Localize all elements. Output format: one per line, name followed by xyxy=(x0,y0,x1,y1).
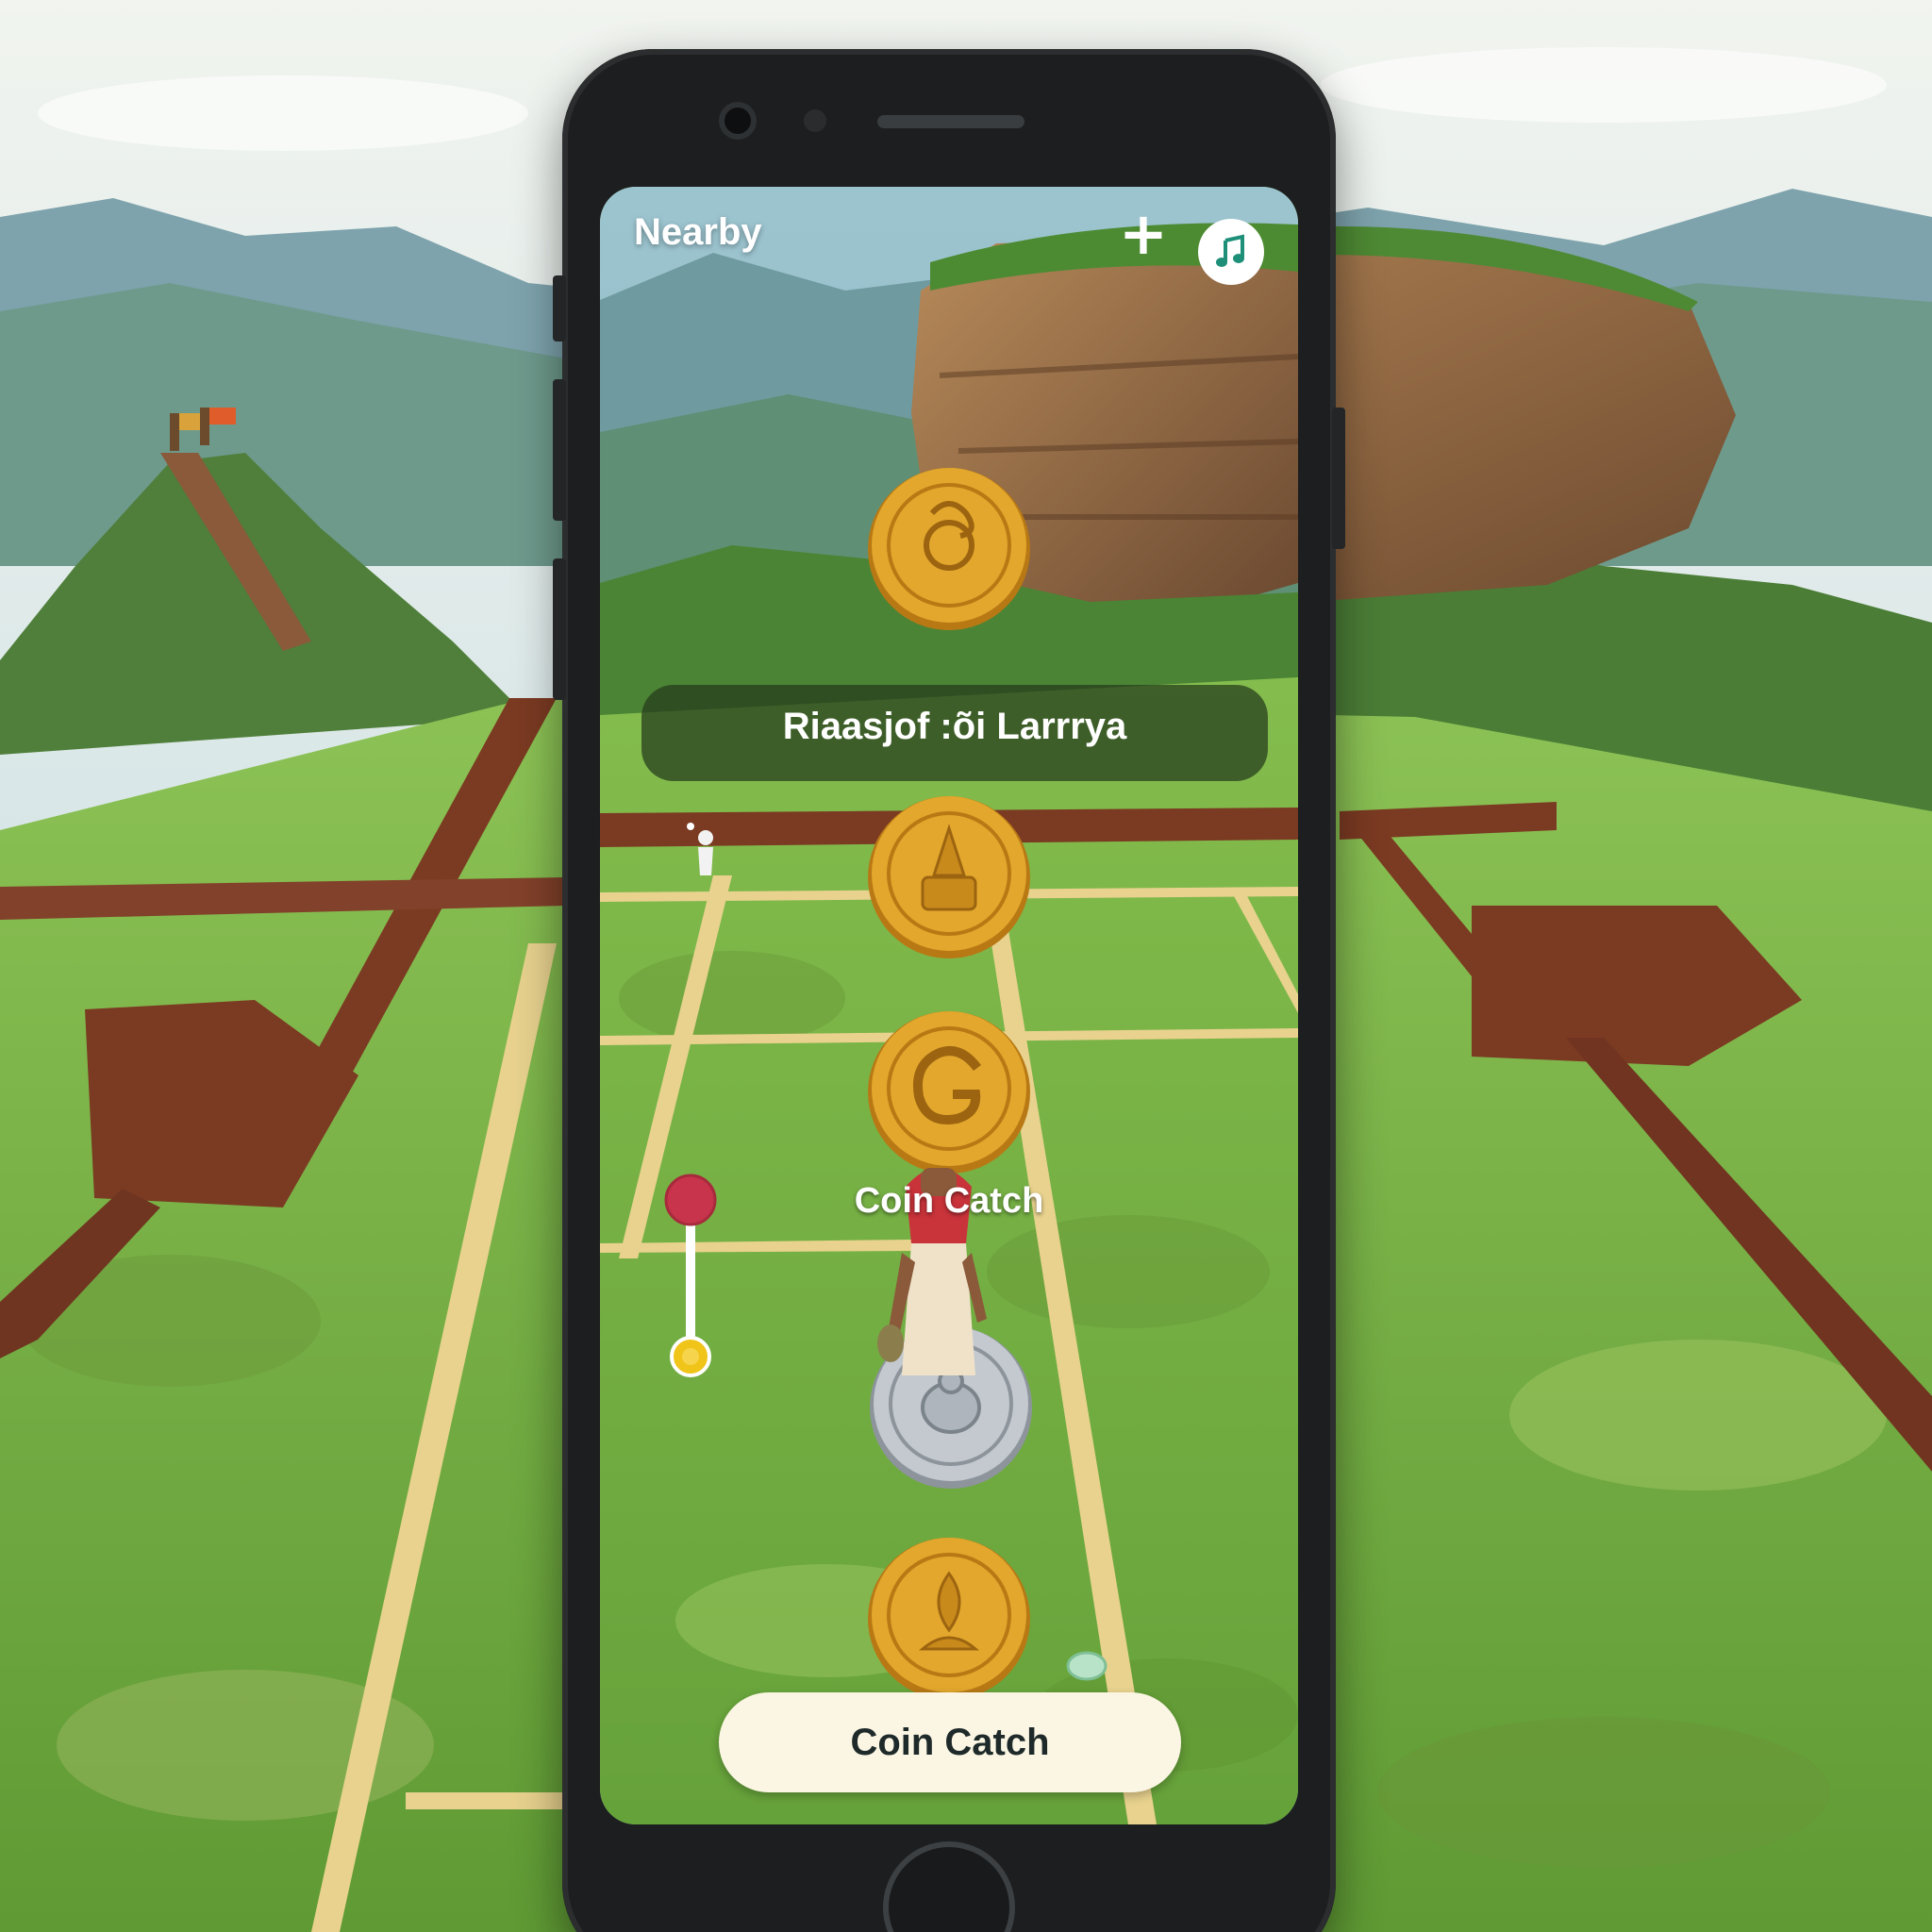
coin-gold-2[interactable] xyxy=(866,794,1032,960)
coin-emblem-icon xyxy=(868,468,1030,630)
coin-emblem-icon xyxy=(868,796,1030,958)
coin-gold-4[interactable] xyxy=(866,1536,1032,1702)
earpiece-speaker xyxy=(877,115,1024,128)
location-name: Riaasjof :õi Larrrya xyxy=(782,705,1127,747)
phone-frame: Nearby + Riaasjof :õi Larrrya Coin Catch… xyxy=(553,49,1345,1932)
header-title: Nearby xyxy=(634,211,762,253)
coin-emblem-icon xyxy=(868,1538,1030,1700)
music-button[interactable] xyxy=(1198,219,1264,285)
coin-catch-button[interactable]: Coin Catch xyxy=(719,1692,1181,1792)
game-screen: Nearby + Riaasjof :õi Larrrya Coin Catch… xyxy=(600,187,1298,1824)
location-banner: Riaasjof :õi Larrrya xyxy=(641,685,1268,781)
power-button xyxy=(1332,408,1345,549)
plus-icon[interactable]: + xyxy=(1115,205,1172,264)
avatar-label: Coin Catch xyxy=(854,1181,1044,1221)
front-camera xyxy=(719,102,757,140)
map-pin-icon[interactable] xyxy=(662,1172,719,1379)
volume-up-button xyxy=(553,379,566,521)
mute-switch xyxy=(553,275,566,341)
proximity-sensor xyxy=(804,109,826,132)
volume-down-button xyxy=(553,558,566,700)
coin-gold-1[interactable] xyxy=(866,466,1032,632)
music-note-icon xyxy=(1216,234,1244,267)
home-button[interactable] xyxy=(883,1841,1015,1932)
